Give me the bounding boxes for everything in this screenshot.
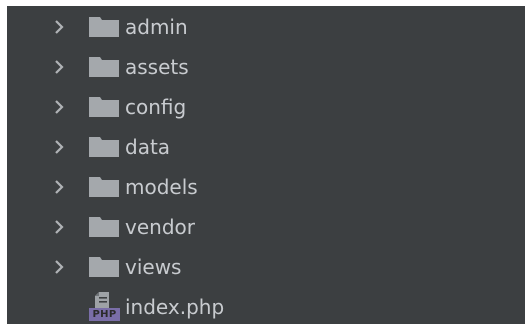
- chevron-right-icon[interactable]: [51, 99, 67, 115]
- file-page-icon: [95, 292, 109, 308]
- chevron-right-icon[interactable]: [51, 179, 67, 195]
- tree-item-label: views: [125, 255, 182, 279]
- tree-item-label: admin: [125, 15, 188, 39]
- tree-item-label: models: [125, 175, 198, 199]
- tree-item-label: config: [125, 95, 187, 119]
- chevron-right-icon[interactable]: [51, 219, 67, 235]
- folder-icon: [89, 97, 119, 117]
- project-tree-panel: admin assets config data models vendor v…: [7, 6, 525, 324]
- tree-item-label: assets: [125, 55, 189, 79]
- folder-icon: [89, 177, 119, 197]
- tree-item-views[interactable]: views: [7, 248, 525, 286]
- tree-item-label: vendor: [125, 215, 195, 239]
- folder-icon: [89, 257, 119, 277]
- folder-icon: [89, 17, 119, 37]
- folder-icon: [89, 137, 119, 157]
- php-badge: PHP: [89, 308, 120, 321]
- tree-item-label: data: [125, 135, 171, 159]
- tree-item-assets[interactable]: assets: [7, 48, 525, 86]
- folder-icon: [89, 217, 119, 237]
- tree-item-config[interactable]: config: [7, 88, 525, 126]
- tree-item-vendor[interactable]: vendor: [7, 208, 525, 246]
- php-file-icon: PHP: [89, 292, 121, 322]
- chevron-right-icon[interactable]: [51, 59, 67, 75]
- chevron-right-icon[interactable]: [51, 139, 67, 155]
- tree-item-label: index.php: [125, 295, 225, 319]
- tree-item-admin[interactable]: admin: [7, 8, 525, 46]
- chevron-right-icon[interactable]: [51, 259, 67, 275]
- chevron-right-icon[interactable]: [51, 19, 67, 35]
- folder-icon: [89, 57, 119, 77]
- tree-item-index-php[interactable]: PHP index.php: [7, 288, 525, 326]
- tree-item-data[interactable]: data: [7, 128, 525, 166]
- tree-item-models[interactable]: models: [7, 168, 525, 206]
